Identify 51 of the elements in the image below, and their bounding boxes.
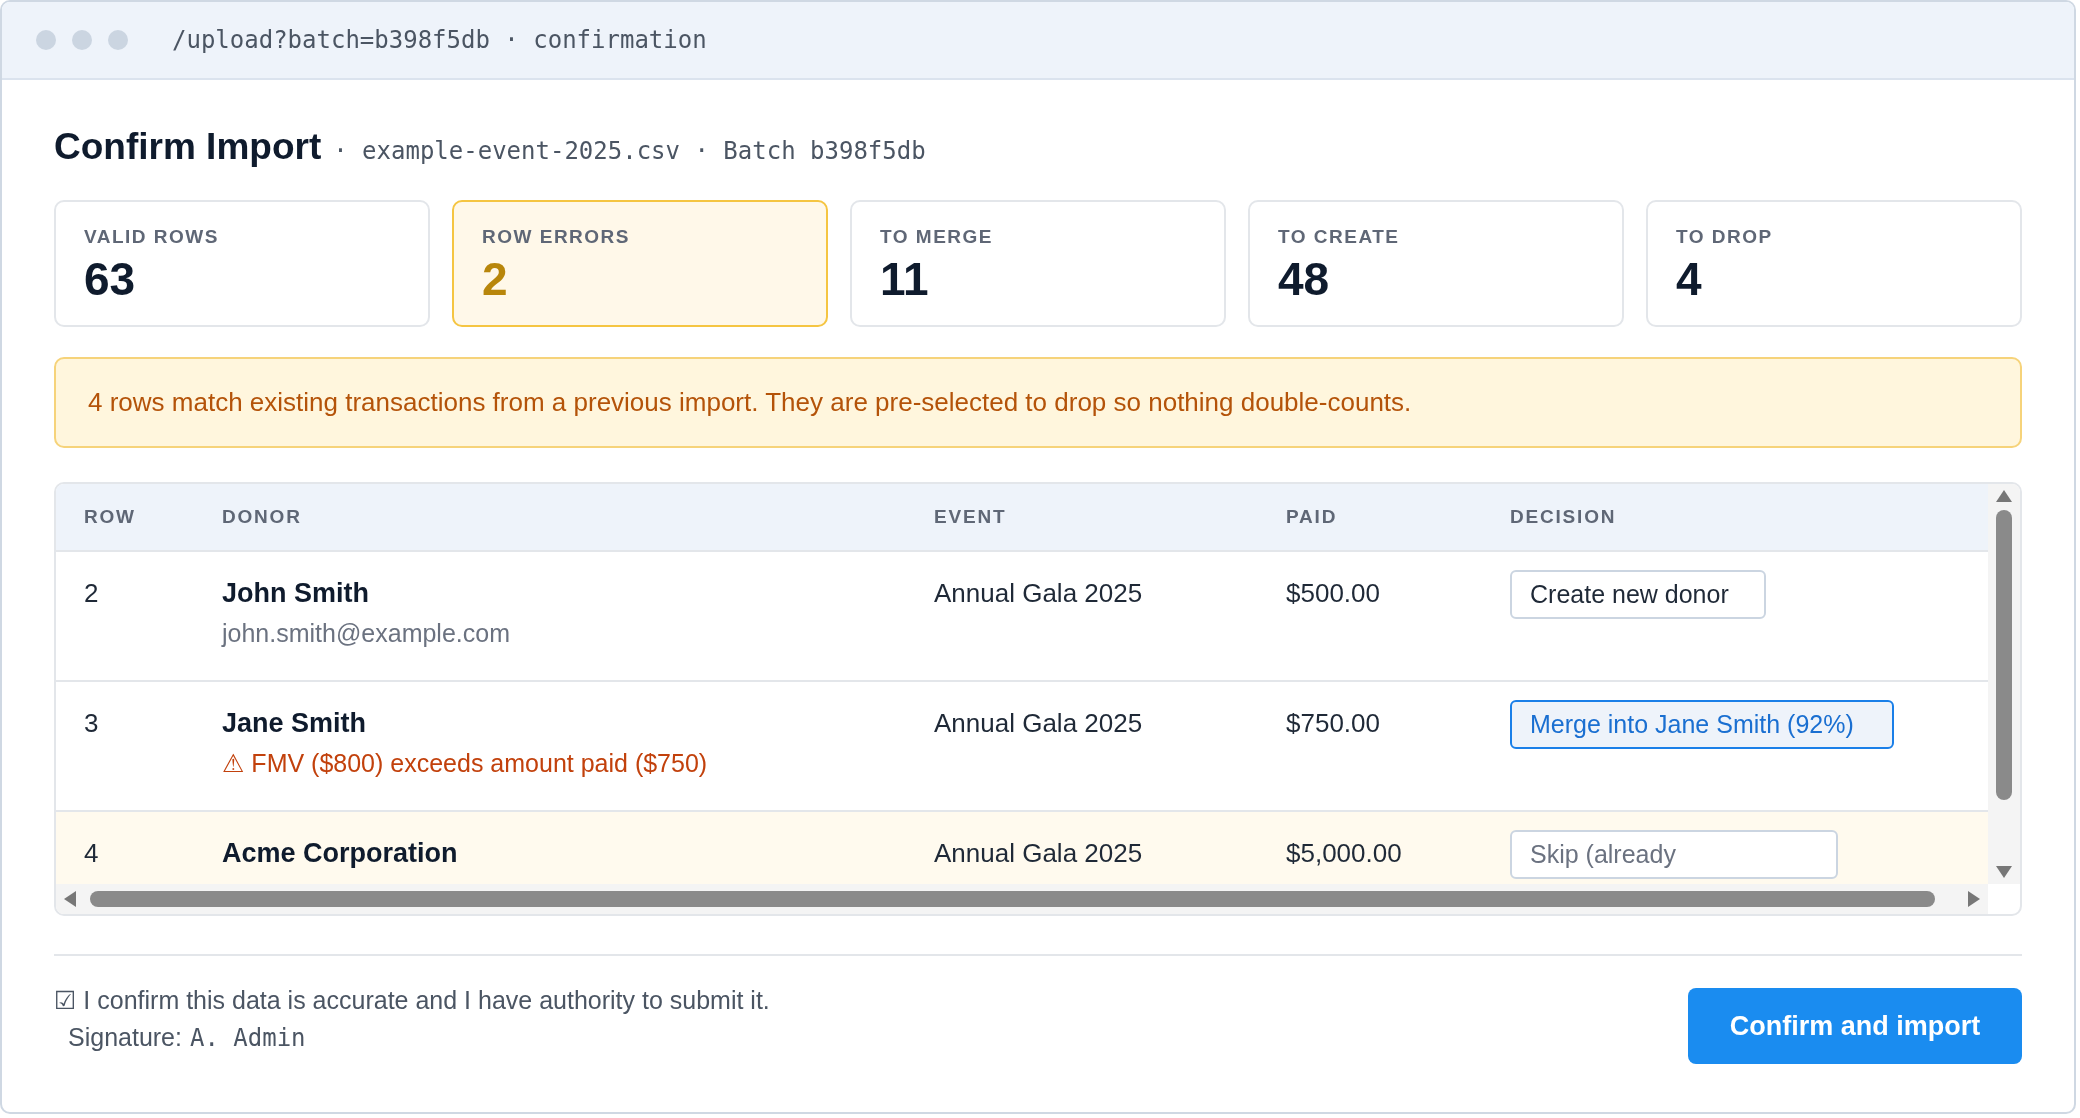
donor-email: john.smith@example.com xyxy=(222,619,511,648)
confirm-import-button[interactable]: Confirm and import xyxy=(1688,988,2022,1064)
scroll-up-icon[interactable] xyxy=(1996,490,2012,502)
paid-cell-text: $5,000.00 xyxy=(1286,838,1403,869)
window-dot-icon[interactable] xyxy=(108,30,128,50)
stat-value: 11 xyxy=(880,252,930,306)
stat-value: 63 xyxy=(84,252,137,306)
horizontal-scrollbar[interactable] xyxy=(56,884,1988,914)
stat-label: VALID ROWS xyxy=(84,226,220,248)
column-header: DONOR xyxy=(222,505,303,529)
stat-label: ROW ERRORS xyxy=(482,226,631,248)
confirmation-text[interactable]: ☑ I confirm this data is accurate and I have authority to submit it. xyxy=(54,986,770,1015)
column-header: DECISION xyxy=(1510,505,1618,529)
decision-select[interactable]: Merge into Jane Smith (92%) xyxy=(1510,700,1894,749)
event-cell-text: Annual Gala 2025 xyxy=(934,838,1144,869)
vertical-scrollbar[interactable] xyxy=(1988,484,2020,884)
row-number: 3 xyxy=(84,708,100,739)
scroll-left-icon[interactable] xyxy=(64,891,76,907)
event-cell-text: Annual Gala 2025 xyxy=(934,708,1144,739)
donor-name: Jane Smith xyxy=(222,708,368,739)
decision-select[interactable]: Skip (already xyxy=(1510,830,1838,879)
column-header: PAID xyxy=(1286,505,1339,529)
scroll-thumb[interactable] xyxy=(90,891,1935,907)
paid-cell-text: $750.00 xyxy=(1286,708,1381,739)
donor-name: Acme Corporation xyxy=(222,838,459,869)
stat-label: TO DROP xyxy=(1676,226,1774,248)
warning-text: ⚠ FMV ($800) exceeds amount paid ($750) xyxy=(222,749,709,778)
donor-name: John Smith xyxy=(222,578,370,609)
window-dot-icon[interactable] xyxy=(36,30,56,50)
address-text: /upload?batch=b398f5db · confirmation xyxy=(172,26,707,54)
event-cell-text: Annual Gala 2025 xyxy=(934,578,1144,609)
stat-value: 48 xyxy=(1278,252,1331,306)
signature-value: A. Admin xyxy=(189,1024,306,1052)
column-header: EVENT xyxy=(934,505,1008,529)
stat-value: 4 xyxy=(1676,252,1703,306)
row-number: 2 xyxy=(84,578,100,609)
row-number: 4 xyxy=(84,838,100,869)
duplicate-alert: 4 rows match existing transactions from a previous import. They are pre-selected to drop so nothing double-counts. xyxy=(54,357,2022,448)
scroll-right-icon[interactable] xyxy=(1968,891,1980,907)
paid-cell-text: $500.00 xyxy=(1286,578,1381,609)
stat-label: TO CREATE xyxy=(1278,226,1401,248)
decision-select[interactable]: Create new donor xyxy=(1510,570,1766,619)
stat-value: 2 xyxy=(482,252,509,306)
window-dot-icon[interactable] xyxy=(72,30,92,50)
scroll-down-icon[interactable] xyxy=(1996,866,2012,878)
column-header: ROW xyxy=(84,505,137,529)
page-title: Confirm Import xyxy=(54,126,322,168)
signature-label: Signature: xyxy=(68,1023,182,1052)
scroll-thumb[interactable] xyxy=(1996,510,2012,800)
stat-label: TO MERGE xyxy=(880,226,994,248)
file-info: · example-event-2025.csv · Batch b398f5db xyxy=(333,137,926,165)
